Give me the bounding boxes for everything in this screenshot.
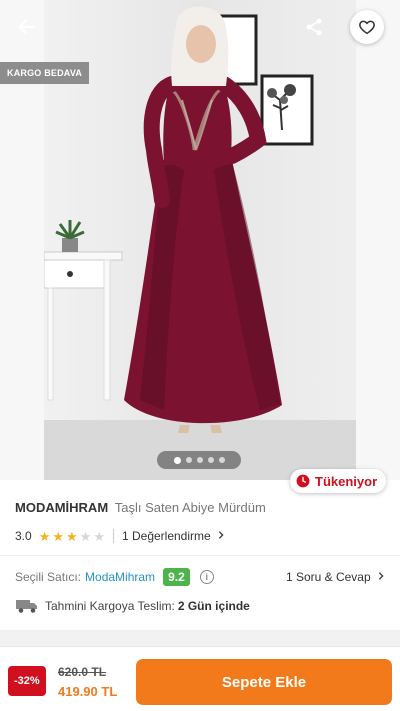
old-price: 620.0 TL [58, 665, 107, 679]
rating-stars: ★ ★ ★ ★ ★ [39, 530, 105, 543]
reviews-link-label: 1 Değerlendirme [121, 529, 211, 543]
pagination-dot[interactable] [173, 456, 181, 464]
low-stock-badge: Tükeniyor [290, 469, 387, 493]
share-icon [306, 18, 322, 36]
stock-badge-label: Tükeniyor [315, 473, 378, 489]
truck-icon [16, 600, 37, 613]
chevron-right-icon [378, 572, 384, 580]
info-icon[interactable]: i [199, 570, 214, 584]
reviews-link[interactable]: 1 Değerlendirme [122, 529, 226, 543]
gallery-edge-right [356, 0, 400, 480]
divider [0, 555, 400, 556]
discount-badge: -32% [8, 666, 46, 696]
seller-row: Seçili Satıcı: ModaMihram 9.2 i 1 Soru &… [15, 567, 386, 587]
questions-link-label: 1 Soru & Cevap [285, 570, 371, 584]
chevron-right-icon [218, 531, 224, 539]
bottom-action-bar: -32% 620.0 TL 419.90 TL Sepete Ekle [0, 646, 400, 711]
questions-link[interactable]: 1 Soru & Cevap [286, 570, 386, 584]
rating-row: 3.0 ★ ★ ★ ★ ★ 1 Değerlendirme [15, 529, 226, 543]
pagination-dot[interactable] [218, 457, 225, 463]
delivery-label: Tahmini Kargoya Teslim: [45, 599, 175, 613]
back-button[interactable] [10, 10, 44, 44]
section-separator [0, 630, 400, 646]
pagination-dot[interactable] [207, 457, 214, 463]
free-shipping-badge: KARGO BEDAVA [0, 62, 90, 84]
share-button[interactable] [297, 10, 331, 44]
gallery-pagination[interactable] [157, 451, 241, 469]
star-empty-icon: ★ [79, 528, 92, 544]
current-price: 419.90 TL [58, 684, 118, 699]
delivery-estimate: Tahmini Kargoya Teslim: 2 Gün içinde [15, 597, 250, 615]
favorite-button[interactable] [350, 10, 384, 44]
star-filled-icon: ★ [52, 528, 64, 544]
separator [112, 529, 114, 543]
star-empty-icon: ★ [93, 528, 105, 544]
seller-name-link[interactable]: ModaMihram [85, 570, 155, 584]
star-filled-icon: ★ [66, 528, 78, 544]
add-to-cart-button[interactable]: Sepete Ekle [136, 659, 392, 705]
pagination-dot[interactable] [185, 457, 192, 463]
seller-label: Seçili Satıcı: [15, 570, 82, 584]
pagination-dot[interactable] [196, 457, 203, 463]
product-name: Taşlı Saten Abiye Mürdüm [114, 500, 266, 515]
clock-icon [296, 474, 310, 488]
heart-icon [359, 20, 375, 35]
product-photo [44, 6, 314, 433]
product-image-gallery[interactable]: KARGO BEDAVA [0, 0, 400, 480]
seller-score-badge: 9.2 [163, 568, 190, 586]
delivery-value: 2 Gün içinde [177, 599, 250, 613]
rating-value: 3.0 [15, 529, 32, 543]
product-detail-page: KARGO BEDAVA Tükeniyor MODAMİHRAM Taşlı … [0, 0, 400, 711]
product-title: MODAMİHRAM Taşlı Saten Abiye Mürdüm [15, 500, 390, 515]
star-filled-icon: ★ [38, 528, 51, 544]
arrow-left-icon [18, 19, 36, 35]
brand-name[interactable]: MODAMİHRAM [15, 500, 108, 515]
